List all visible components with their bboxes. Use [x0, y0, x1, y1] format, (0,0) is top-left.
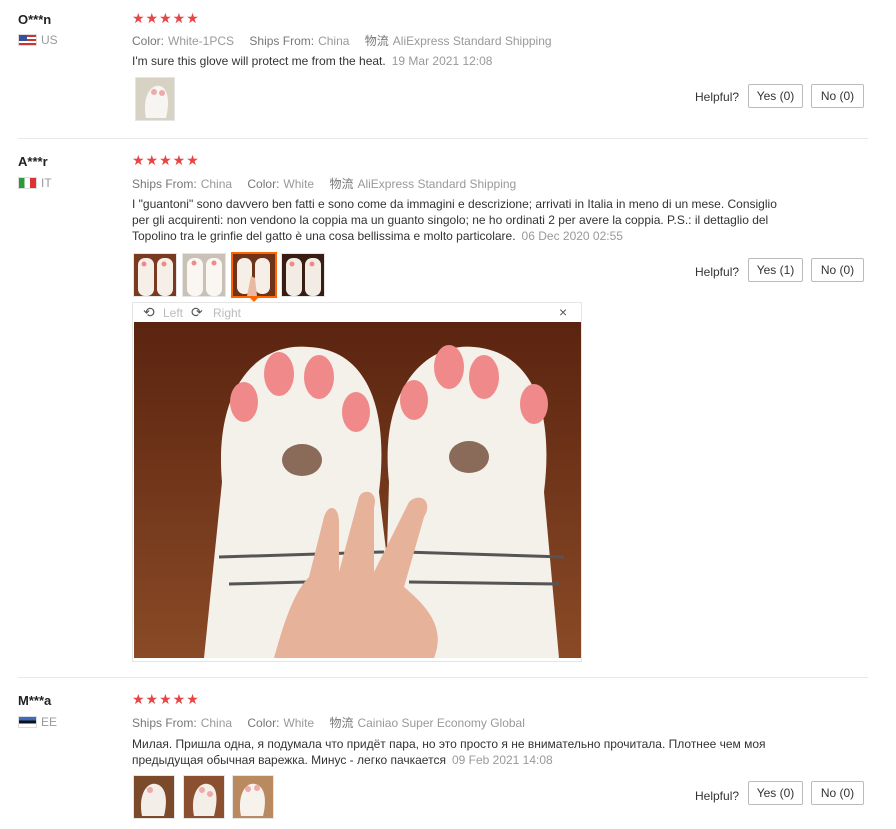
- it-flag-icon: [18, 177, 37, 189]
- rotate-left-label[interactable]: Left: [163, 306, 183, 320]
- review-photo-thumb[interactable]: [183, 775, 225, 819]
- review-body: Милая. Пришла одна, я подумала что придё…: [132, 737, 766, 767]
- helpful-yes-button[interactable]: Yes (1): [748, 258, 803, 282]
- reviewer-name: A***r: [18, 154, 48, 169]
- meta-value: AliExpress Standard Shipping: [392, 34, 552, 48]
- helpful-yes-button[interactable]: Yes (0): [748, 84, 803, 108]
- review-photo-thumb[interactable]: [133, 253, 177, 297]
- meta-value: China: [200, 177, 233, 191]
- meta-key: Color:: [132, 34, 165, 48]
- review-divider: [18, 677, 868, 678]
- rotate-right-label[interactable]: Right: [213, 306, 241, 320]
- review-text: I'm sure this glove will protect me from…: [132, 53, 782, 69]
- meta-key: Ships From:: [132, 716, 197, 730]
- review-photo-thumb[interactable]: [281, 253, 325, 297]
- photo-viewer: ⟲ Left ⟳ Right ×: [132, 302, 582, 662]
- viewer-toolbar: ⟲ Left ⟳ Right ×: [133, 303, 581, 323]
- rotate-left-icon[interactable]: ⟲: [143, 304, 155, 321]
- meta-value: White: [283, 716, 315, 730]
- helpful-no-button[interactable]: No (0): [811, 84, 864, 108]
- meta-key: 物流: [329, 177, 354, 191]
- review-divider: [18, 138, 868, 139]
- review-photo-thumb-selected[interactable]: [231, 252, 277, 298]
- meta-key: Color:: [247, 716, 280, 730]
- review-meta: Ships From: China Color: White 物流 AliExpres…: [132, 175, 528, 192]
- reviewer-country: EE: [18, 715, 57, 729]
- reviewer-country: US: [18, 33, 58, 47]
- meta-key: Color:: [247, 177, 280, 191]
- helpful-label: Helpful?: [695, 265, 740, 279]
- review-photo-thumb[interactable]: [232, 775, 274, 819]
- helpful-no-button[interactable]: No (0): [811, 258, 864, 282]
- review-photo-thumb[interactable]: [133, 775, 175, 819]
- review-text: Милая. Пришла одна, я подумала что придё…: [132, 736, 782, 768]
- ee-flag-icon: [18, 716, 37, 728]
- close-icon[interactable]: ×: [559, 304, 567, 320]
- meta-value: White-1PCS: [168, 34, 235, 48]
- enlarged-review-photo: [134, 322, 581, 658]
- review-date: 09 Feb 2021 14:08: [451, 753, 553, 767]
- reviewer-country: IT: [18, 176, 52, 190]
- helpful-no-button[interactable]: No (0): [811, 781, 864, 805]
- meta-value: Cainiao Super Economy Global: [357, 716, 525, 730]
- meta-value: China: [318, 34, 350, 48]
- review-date: 19 Mar 2021 12:08: [391, 54, 493, 68]
- meta-value: White: [283, 177, 315, 191]
- star-rating: ★★★★★: [132, 10, 200, 26]
- star-rating: ★★★★★: [132, 152, 200, 168]
- reviewer-name: M***a: [18, 693, 52, 708]
- country-code: EE: [41, 715, 58, 729]
- reviewer-name: O***n: [18, 12, 52, 27]
- review-photo-thumb[interactable]: [135, 77, 175, 121]
- review-photo-thumb[interactable]: [182, 253, 226, 297]
- meta-key: 物流: [364, 34, 389, 48]
- meta-key: Ships From:: [249, 34, 315, 48]
- helpful-label: Helpful?: [695, 789, 740, 803]
- star-rating: ★★★★★: [132, 691, 200, 707]
- country-code: IT: [41, 176, 52, 190]
- us-flag-icon: [18, 34, 37, 46]
- rotate-right-icon[interactable]: ⟳: [191, 304, 203, 321]
- review-body: I'm sure this glove will protect me from…: [132, 54, 386, 68]
- review-date: 06 Dec 2020 02:55: [521, 229, 623, 243]
- meta-key: 物流: [329, 716, 354, 730]
- meta-key: Ships From:: [132, 177, 197, 191]
- meta-value: China: [200, 716, 233, 730]
- review-meta: Ships From: China Color: White 物流 Cainiao S…: [132, 714, 537, 731]
- meta-value: AliExpress Standard Shipping: [357, 177, 517, 191]
- helpful-label: Helpful?: [695, 90, 740, 104]
- review-meta: Color: White-1PCS Ships From: China 物流 AliE…: [132, 32, 564, 49]
- review-text: I "guantoni" sono davvero ben fatti e so…: [132, 196, 782, 244]
- review-body: I "guantoni" sono davvero ben fatti e so…: [132, 197, 777, 243]
- helpful-yes-button[interactable]: Yes (0): [748, 781, 803, 805]
- country-code: US: [41, 33, 58, 47]
